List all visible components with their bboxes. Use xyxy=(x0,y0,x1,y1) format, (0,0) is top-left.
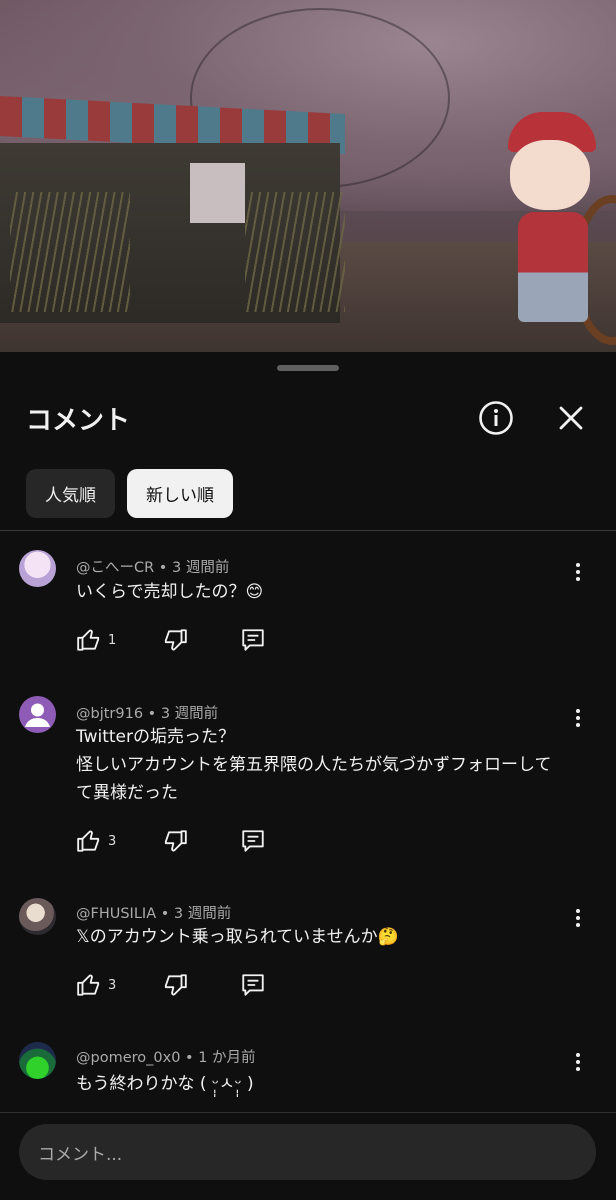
close-icon xyxy=(559,406,583,430)
comment-time: 3 週間前 xyxy=(173,906,232,922)
divider xyxy=(0,530,616,531)
like-count: 3 xyxy=(108,833,117,849)
comment-actions: 1 xyxy=(76,626,376,654)
comment-line: 怪しいアカウントを第五界隈の人たちが気づかずフォローして xyxy=(76,755,552,775)
comment-input[interactable]: コメント... xyxy=(19,1124,596,1180)
comment-meta: @bjtr916 • 3 週間前 xyxy=(76,706,219,722)
comment-time: 3 週間前 xyxy=(160,706,219,722)
comment-text: Twitterの垢売った？ 怪しいアカウントを第五界隈の人たちが気づかずフォロー… xyxy=(76,723,576,807)
game-avatar[interactable] xyxy=(19,1042,56,1079)
comment-meta: @pomero_0x0 • 1 か月前 xyxy=(76,1050,256,1066)
comment-input-placeholder: コメント... xyxy=(38,1144,123,1165)
dislike-button[interactable] xyxy=(162,827,188,855)
shack-window xyxy=(190,163,245,223)
thumbs-down-icon xyxy=(164,830,187,852)
character-body xyxy=(518,212,588,322)
comment-handle[interactable]: @FHUSILIA xyxy=(76,906,156,922)
like-button[interactable]: 3 xyxy=(76,971,116,999)
thumbs-up-icon xyxy=(77,830,100,852)
comment-text: いくらで売却したの？😊 xyxy=(76,578,576,606)
video-grass xyxy=(10,192,130,312)
reply-icon xyxy=(242,629,264,651)
default-person-avatar[interactable] xyxy=(19,696,56,733)
info-icon xyxy=(479,401,513,435)
chip-newest[interactable]: 新しい順 xyxy=(127,469,233,518)
reply-icon xyxy=(242,974,264,996)
like-button[interactable]: 3 xyxy=(76,827,116,855)
input-divider xyxy=(0,1112,616,1113)
comment-time: 3 週間前 xyxy=(171,560,230,576)
video-character xyxy=(490,112,614,348)
video-player[interactable] xyxy=(0,0,616,352)
comment-handle[interactable]: @こへーCR xyxy=(76,560,154,576)
video-grass xyxy=(245,192,345,312)
comment-line: いくらで売却したの？😊 xyxy=(76,582,264,602)
like-button[interactable]: 1 xyxy=(76,626,116,654)
comment-line: て異様だった xyxy=(76,783,178,803)
thumbs-down-icon xyxy=(164,629,187,651)
thumbs-down-icon xyxy=(164,974,187,996)
comment-actions: 3 xyxy=(76,827,376,855)
character-avatar[interactable] xyxy=(19,898,56,935)
comment-line: 𝕏のアカウント乗っ取られていませんか🤔 xyxy=(76,927,399,947)
comment-handle[interactable]: @bjtr916 xyxy=(76,706,143,722)
comment-line: もう終わりかな ( ᵕ̩̩ㅅᵕ̩̩ ) xyxy=(76,1074,254,1094)
dislike-button[interactable] xyxy=(162,626,188,654)
comment-text: もう終わりかな ( ᵕ̩̩ㅅᵕ̩̩ ) xyxy=(76,1070,576,1098)
like-count: 1 xyxy=(108,632,117,648)
like-count: 3 xyxy=(108,977,117,993)
comments-panel: コメント 人気順 新しい順 @こへーCR • 3 週間前 いくらで売却したの？😊… xyxy=(0,352,616,1200)
info-button[interactable] xyxy=(476,398,516,438)
comment-time: 1 か月前 xyxy=(198,1050,256,1066)
reply-button[interactable] xyxy=(240,626,266,654)
comment-meta: @こへーCR • 3 週間前 xyxy=(76,560,230,576)
sort-chips: 人気順 新しい順 xyxy=(26,469,233,518)
dislike-button[interactable] xyxy=(162,971,188,999)
panel-title: コメント xyxy=(26,406,131,436)
thumbs-up-icon xyxy=(77,974,100,996)
reply-icon xyxy=(242,830,264,852)
drag-handle[interactable] xyxy=(277,365,339,371)
comment-actions: 3 xyxy=(76,971,376,999)
comment-text: 𝕏のアカウント乗っ取られていませんか🤔 xyxy=(76,923,576,951)
close-button[interactable] xyxy=(551,398,591,438)
chip-popular[interactable]: 人気順 xyxy=(26,469,115,518)
comment-handle[interactable]: @pomero_0x0 xyxy=(76,1050,180,1066)
reply-button[interactable] xyxy=(240,827,266,855)
comment-line: Twitterの垢売った？ xyxy=(76,727,235,747)
character-face xyxy=(510,140,590,210)
anime-girl-avatar[interactable] xyxy=(19,550,56,587)
thumbs-up-icon xyxy=(77,629,100,651)
reply-button[interactable] xyxy=(240,971,266,999)
person-icon xyxy=(25,703,50,727)
comment-meta: @FHUSILIA • 3 週間前 xyxy=(76,906,232,922)
